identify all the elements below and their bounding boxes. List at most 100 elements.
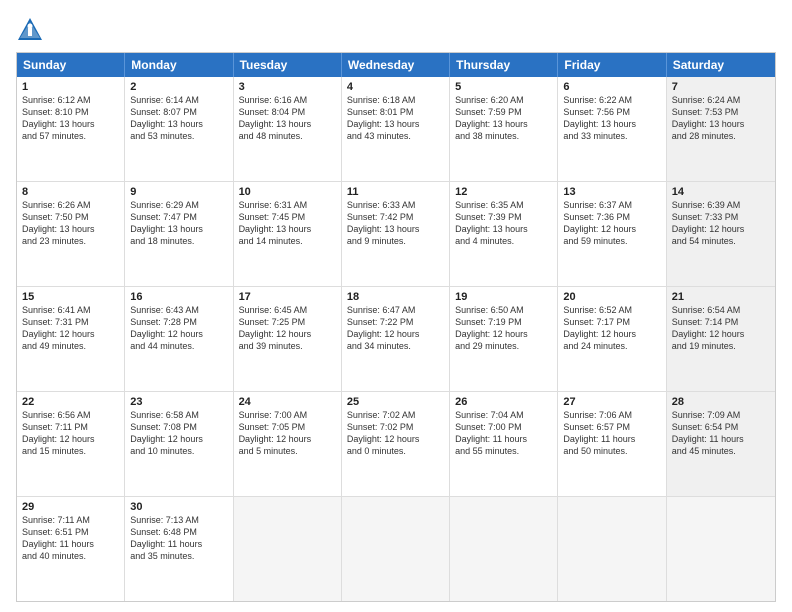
calendar-cell: 14Sunrise: 6:39 AMSunset: 7:33 PMDayligh… <box>667 182 775 286</box>
day-number: 3 <box>239 81 336 93</box>
calendar-cell: 13Sunrise: 6:37 AMSunset: 7:36 PMDayligh… <box>558 182 666 286</box>
calendar-cell: 23Sunrise: 6:58 AMSunset: 7:08 PMDayligh… <box>125 392 233 496</box>
calendar-cell: 7Sunrise: 6:24 AMSunset: 7:53 PMDaylight… <box>667 77 775 181</box>
calendar-cell: 27Sunrise: 7:06 AMSunset: 6:57 PMDayligh… <box>558 392 666 496</box>
cell-text: Sunrise: 6:14 AMSunset: 8:07 PMDaylight:… <box>130 94 227 143</box>
cell-text: Sunrise: 6:47 AMSunset: 7:22 PMDaylight:… <box>347 304 444 353</box>
day-number: 28 <box>672 396 770 408</box>
day-number: 16 <box>130 291 227 303</box>
cell-text: Sunrise: 6:52 AMSunset: 7:17 PMDaylight:… <box>563 304 660 353</box>
calendar-cell: 11Sunrise: 6:33 AMSunset: 7:42 PMDayligh… <box>342 182 450 286</box>
header-day: Tuesday <box>234 53 342 77</box>
calendar-row: 1Sunrise: 6:12 AMSunset: 8:10 PMDaylight… <box>17 77 775 181</box>
cell-text: Sunrise: 7:06 AMSunset: 6:57 PMDaylight:… <box>563 409 660 458</box>
day-number: 18 <box>347 291 444 303</box>
header-day: Sunday <box>17 53 125 77</box>
day-number: 21 <box>672 291 770 303</box>
calendar-cell: 20Sunrise: 6:52 AMSunset: 7:17 PMDayligh… <box>558 287 666 391</box>
day-number: 26 <box>455 396 552 408</box>
calendar-cell: 8Sunrise: 6:26 AMSunset: 7:50 PMDaylight… <box>17 182 125 286</box>
calendar-row: 8Sunrise: 6:26 AMSunset: 7:50 PMDaylight… <box>17 181 775 286</box>
calendar-cell: 4Sunrise: 6:18 AMSunset: 8:01 PMDaylight… <box>342 77 450 181</box>
calendar-cell: 2Sunrise: 6:14 AMSunset: 8:07 PMDaylight… <box>125 77 233 181</box>
calendar-cell <box>450 497 558 601</box>
day-number: 8 <box>22 186 119 198</box>
header <box>16 16 776 44</box>
calendar-cell: 28Sunrise: 7:09 AMSunset: 6:54 PMDayligh… <box>667 392 775 496</box>
calendar-cell: 19Sunrise: 6:50 AMSunset: 7:19 PMDayligh… <box>450 287 558 391</box>
calendar-row: 22Sunrise: 6:56 AMSunset: 7:11 PMDayligh… <box>17 391 775 496</box>
calendar-cell: 15Sunrise: 6:41 AMSunset: 7:31 PMDayligh… <box>17 287 125 391</box>
header-day: Friday <box>558 53 666 77</box>
day-number: 19 <box>455 291 552 303</box>
logo <box>16 16 48 44</box>
cell-text: Sunrise: 6:26 AMSunset: 7:50 PMDaylight:… <box>22 199 119 248</box>
cell-text: Sunrise: 6:20 AMSunset: 7:59 PMDaylight:… <box>455 94 552 143</box>
cell-text: Sunrise: 6:41 AMSunset: 7:31 PMDaylight:… <box>22 304 119 353</box>
calendar-cell: 5Sunrise: 6:20 AMSunset: 7:59 PMDaylight… <box>450 77 558 181</box>
calendar-cell: 1Sunrise: 6:12 AMSunset: 8:10 PMDaylight… <box>17 77 125 181</box>
calendar-cell: 9Sunrise: 6:29 AMSunset: 7:47 PMDaylight… <box>125 182 233 286</box>
calendar-cell <box>667 497 775 601</box>
day-number: 23 <box>130 396 227 408</box>
day-number: 22 <box>22 396 119 408</box>
day-number: 9 <box>130 186 227 198</box>
cell-text: Sunrise: 6:18 AMSunset: 8:01 PMDaylight:… <box>347 94 444 143</box>
cell-text: Sunrise: 6:35 AMSunset: 7:39 PMDaylight:… <box>455 199 552 248</box>
calendar-cell <box>558 497 666 601</box>
calendar-cell: 6Sunrise: 6:22 AMSunset: 7:56 PMDaylight… <box>558 77 666 181</box>
calendar-cell: 12Sunrise: 6:35 AMSunset: 7:39 PMDayligh… <box>450 182 558 286</box>
cell-text: Sunrise: 7:04 AMSunset: 7:00 PMDaylight:… <box>455 409 552 458</box>
day-number: 14 <box>672 186 770 198</box>
day-number: 4 <box>347 81 444 93</box>
day-number: 30 <box>130 501 227 513</box>
cell-text: Sunrise: 6:39 AMSunset: 7:33 PMDaylight:… <box>672 199 770 248</box>
cell-text: Sunrise: 7:13 AMSunset: 6:48 PMDaylight:… <box>130 514 227 563</box>
cell-text: Sunrise: 6:29 AMSunset: 7:47 PMDaylight:… <box>130 199 227 248</box>
calendar-cell: 24Sunrise: 7:00 AMSunset: 7:05 PMDayligh… <box>234 392 342 496</box>
cell-text: Sunrise: 6:33 AMSunset: 7:42 PMDaylight:… <box>347 199 444 248</box>
cell-text: Sunrise: 7:11 AMSunset: 6:51 PMDaylight:… <box>22 514 119 563</box>
calendar-cell: 26Sunrise: 7:04 AMSunset: 7:00 PMDayligh… <box>450 392 558 496</box>
page: SundayMondayTuesdayWednesdayThursdayFrid… <box>0 0 792 612</box>
cell-text: Sunrise: 6:24 AMSunset: 7:53 PMDaylight:… <box>672 94 770 143</box>
header-day: Thursday <box>450 53 558 77</box>
calendar: SundayMondayTuesdayWednesdayThursdayFrid… <box>16 52 776 602</box>
cell-text: Sunrise: 6:31 AMSunset: 7:45 PMDaylight:… <box>239 199 336 248</box>
logo-icon <box>16 16 44 44</box>
calendar-cell: 25Sunrise: 7:02 AMSunset: 7:02 PMDayligh… <box>342 392 450 496</box>
day-number: 13 <box>563 186 660 198</box>
cell-text: Sunrise: 7:02 AMSunset: 7:02 PMDaylight:… <box>347 409 444 458</box>
day-number: 20 <box>563 291 660 303</box>
calendar-cell <box>342 497 450 601</box>
calendar-cell: 3Sunrise: 6:16 AMSunset: 8:04 PMDaylight… <box>234 77 342 181</box>
header-day: Monday <box>125 53 233 77</box>
cell-text: Sunrise: 7:09 AMSunset: 6:54 PMDaylight:… <box>672 409 770 458</box>
day-number: 17 <box>239 291 336 303</box>
cell-text: Sunrise: 6:56 AMSunset: 7:11 PMDaylight:… <box>22 409 119 458</box>
calendar-cell: 16Sunrise: 6:43 AMSunset: 7:28 PMDayligh… <box>125 287 233 391</box>
day-number: 25 <box>347 396 444 408</box>
calendar-cell: 18Sunrise: 6:47 AMSunset: 7:22 PMDayligh… <box>342 287 450 391</box>
cell-text: Sunrise: 6:54 AMSunset: 7:14 PMDaylight:… <box>672 304 770 353</box>
day-number: 1 <box>22 81 119 93</box>
day-number: 29 <box>22 501 119 513</box>
day-number: 10 <box>239 186 336 198</box>
cell-text: Sunrise: 6:12 AMSunset: 8:10 PMDaylight:… <box>22 94 119 143</box>
calendar-cell: 30Sunrise: 7:13 AMSunset: 6:48 PMDayligh… <box>125 497 233 601</box>
calendar-cell: 17Sunrise: 6:45 AMSunset: 7:25 PMDayligh… <box>234 287 342 391</box>
day-number: 7 <box>672 81 770 93</box>
cell-text: Sunrise: 6:58 AMSunset: 7:08 PMDaylight:… <box>130 409 227 458</box>
header-day: Saturday <box>667 53 775 77</box>
calendar-row: 29Sunrise: 7:11 AMSunset: 6:51 PMDayligh… <box>17 496 775 601</box>
cell-text: Sunrise: 6:16 AMSunset: 8:04 PMDaylight:… <box>239 94 336 143</box>
calendar-body: 1Sunrise: 6:12 AMSunset: 8:10 PMDaylight… <box>17 77 775 601</box>
calendar-cell: 21Sunrise: 6:54 AMSunset: 7:14 PMDayligh… <box>667 287 775 391</box>
calendar-cell <box>234 497 342 601</box>
day-number: 6 <box>563 81 660 93</box>
cell-text: Sunrise: 7:00 AMSunset: 7:05 PMDaylight:… <box>239 409 336 458</box>
cell-text: Sunrise: 6:50 AMSunset: 7:19 PMDaylight:… <box>455 304 552 353</box>
cell-text: Sunrise: 6:37 AMSunset: 7:36 PMDaylight:… <box>563 199 660 248</box>
day-number: 27 <box>563 396 660 408</box>
day-number: 11 <box>347 186 444 198</box>
